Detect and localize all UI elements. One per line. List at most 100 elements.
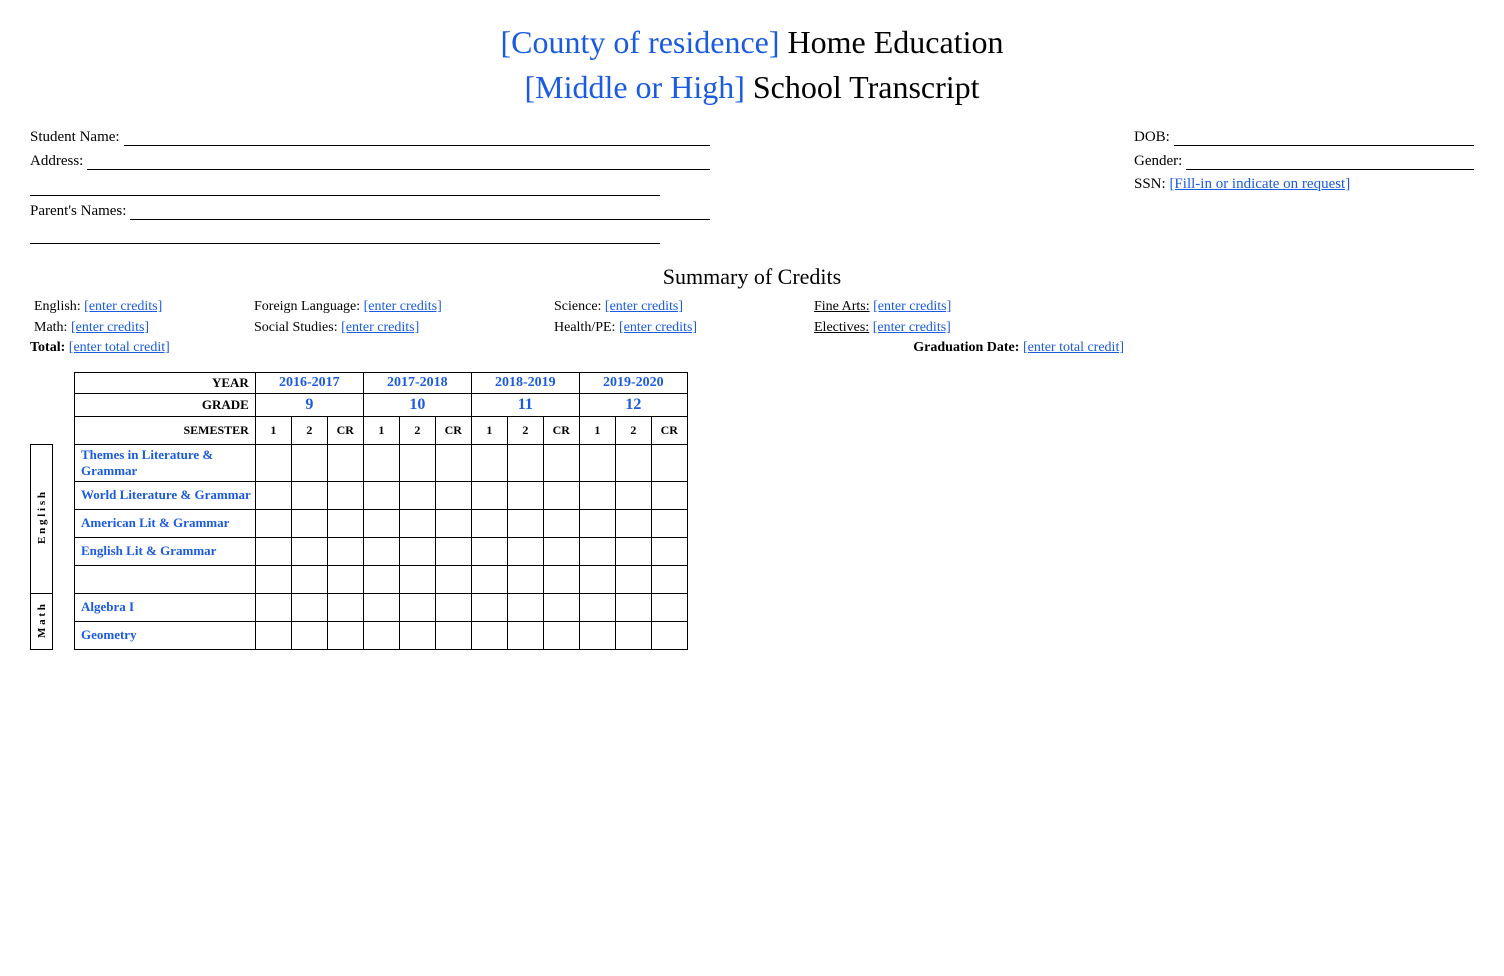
themes-s3-sem2[interactable] bbox=[507, 444, 543, 481]
themes-s4-sem2[interactable] bbox=[615, 444, 651, 481]
englit-s1-sem2[interactable] bbox=[291, 537, 327, 565]
americanlit-s3-sem1[interactable] bbox=[471, 509, 507, 537]
worldlit-s2-cr[interactable] bbox=[435, 481, 471, 509]
page-header: [County of residence] Home Education [Mi… bbox=[30, 20, 1474, 110]
englit-s4-cr[interactable] bbox=[651, 537, 687, 565]
algebra-s1-sem2[interactable] bbox=[291, 593, 327, 621]
algebra-s3-sem1[interactable] bbox=[471, 593, 507, 621]
foreign-language-value[interactable]: [enter credits] bbox=[364, 299, 442, 314]
algebra-s3-cr[interactable] bbox=[543, 593, 579, 621]
englit-s3-cr[interactable] bbox=[543, 537, 579, 565]
americanlit-s2-cr[interactable] bbox=[435, 509, 471, 537]
englit-s3-sem2[interactable] bbox=[507, 537, 543, 565]
fine-arts-label: Fine Arts: bbox=[814, 299, 873, 314]
ssn-link[interactable]: [Fill-in or indicate on request] bbox=[1169, 176, 1350, 192]
worldlit-s1-cr[interactable] bbox=[327, 481, 363, 509]
geometry-s3-sem1[interactable] bbox=[471, 621, 507, 649]
americanlit-s3-cr[interactable] bbox=[543, 509, 579, 537]
year-label: YEAR bbox=[75, 372, 256, 393]
americanlit-s2-sem1[interactable] bbox=[363, 509, 399, 537]
themes-s1-cr[interactable] bbox=[327, 444, 363, 481]
americanlit-s1-cr[interactable] bbox=[327, 509, 363, 537]
americanlit-s1-sem1[interactable] bbox=[255, 509, 291, 537]
ssn-label: SSN: bbox=[1134, 176, 1166, 192]
algebra-s1-cr[interactable] bbox=[327, 593, 363, 621]
gender-field: Gender: bbox=[1134, 152, 1474, 170]
geometry-s4-sem2[interactable] bbox=[615, 621, 651, 649]
americanlit-s4-sem1[interactable] bbox=[579, 509, 615, 537]
worldlit-s3-sem1[interactable] bbox=[471, 481, 507, 509]
health-pe-label: Health/PE: bbox=[554, 320, 619, 335]
fine-arts-value[interactable]: [enter credits] bbox=[873, 299, 951, 314]
themes-s2-cr[interactable] bbox=[435, 444, 471, 481]
themes-s1-sem2[interactable] bbox=[291, 444, 327, 481]
geometry-s4-cr[interactable] bbox=[651, 621, 687, 649]
worldlit-s4-sem2[interactable] bbox=[615, 481, 651, 509]
title-county: [County of residence] bbox=[501, 24, 780, 60]
math-label: Math: bbox=[34, 320, 71, 335]
geometry-s4-sem1[interactable] bbox=[579, 621, 615, 649]
themes-s3-sem1[interactable] bbox=[471, 444, 507, 481]
english-value[interactable]: [enter credits] bbox=[84, 299, 162, 314]
englit-s2-sem2[interactable] bbox=[399, 537, 435, 565]
student-info-section: Student Name: Address: Parent's Names: D… bbox=[30, 128, 1474, 250]
worldlit-s3-sem2[interactable] bbox=[507, 481, 543, 509]
total-field: Total: [enter total credit] bbox=[30, 340, 170, 356]
englit-s3-sem1[interactable] bbox=[471, 537, 507, 565]
algebra-s2-cr[interactable] bbox=[435, 593, 471, 621]
themes-s4-sem1[interactable] bbox=[579, 444, 615, 481]
transcript-table: YEAR 2016-2017 2017-2018 2018-2019 2019-… bbox=[30, 372, 688, 650]
worldlit-s3-cr[interactable] bbox=[543, 481, 579, 509]
worldlit-s1-sem1[interactable] bbox=[255, 481, 291, 509]
table-row: English Lit & Grammar bbox=[31, 537, 688, 565]
geometry-s3-sem2[interactable] bbox=[507, 621, 543, 649]
algebra-s2-sem2[interactable] bbox=[399, 593, 435, 621]
americanlit-s2-sem2[interactable] bbox=[399, 509, 435, 537]
themes-s2-sem2[interactable] bbox=[399, 444, 435, 481]
geometry-s3-cr[interactable] bbox=[543, 621, 579, 649]
themes-s1-sem1[interactable] bbox=[255, 444, 291, 481]
col-3-cr: CR bbox=[543, 416, 579, 444]
algebra-s4-cr[interactable] bbox=[651, 593, 687, 621]
electives-value[interactable]: [enter credits] bbox=[873, 320, 951, 335]
englit-s1-sem1[interactable] bbox=[255, 537, 291, 565]
worldlit-s2-sem1[interactable] bbox=[363, 481, 399, 509]
americanlit-s3-sem2[interactable] bbox=[507, 509, 543, 537]
worldlit-s4-cr[interactable] bbox=[651, 481, 687, 509]
title-he: Home Education bbox=[780, 24, 1004, 60]
math-value[interactable]: [enter credits] bbox=[71, 320, 149, 335]
algebra-s3-sem2[interactable] bbox=[507, 593, 543, 621]
americanlit-s4-sem2[interactable] bbox=[615, 509, 651, 537]
themes-s4-cr[interactable] bbox=[651, 444, 687, 481]
social-studies-value[interactable]: [enter credits] bbox=[341, 320, 419, 335]
total-value[interactable]: [enter total credit] bbox=[69, 340, 170, 355]
geometry-s1-cr[interactable] bbox=[327, 621, 363, 649]
themes-s3-cr[interactable] bbox=[543, 444, 579, 481]
geometry-s2-cr[interactable] bbox=[435, 621, 471, 649]
englit-s1-cr[interactable] bbox=[327, 537, 363, 565]
graduation-value[interactable]: [enter total credit] bbox=[1023, 340, 1124, 355]
englit-s2-sem1[interactable] bbox=[363, 537, 399, 565]
themes-s2-sem1[interactable] bbox=[363, 444, 399, 481]
algebra-s2-sem1[interactable] bbox=[363, 593, 399, 621]
englit-s2-cr[interactable] bbox=[435, 537, 471, 565]
englit-s4-sem1[interactable] bbox=[579, 537, 615, 565]
algebra-s1-sem1[interactable] bbox=[255, 593, 291, 621]
worldlit-s2-sem2[interactable] bbox=[399, 481, 435, 509]
geometry-s1-sem1[interactable] bbox=[255, 621, 291, 649]
year-2019-2020: 2019-2020 bbox=[579, 372, 687, 393]
geometry-s1-sem2[interactable] bbox=[291, 621, 327, 649]
math-section-label: M a t h bbox=[31, 593, 53, 649]
americanlit-s4-cr[interactable] bbox=[651, 509, 687, 537]
worldlit-s1-sem2[interactable] bbox=[291, 481, 327, 509]
algebra-s4-sem1[interactable] bbox=[579, 593, 615, 621]
geometry-s2-sem1[interactable] bbox=[363, 621, 399, 649]
englit-s4-sem2[interactable] bbox=[615, 537, 651, 565]
americanlit-s1-sem2[interactable] bbox=[291, 509, 327, 537]
health-pe-value[interactable]: [enter credits] bbox=[619, 320, 697, 335]
algebra-s4-sem2[interactable] bbox=[615, 593, 651, 621]
geometry-s2-sem2[interactable] bbox=[399, 621, 435, 649]
science-value[interactable]: [enter credits] bbox=[605, 299, 683, 314]
grade-10: 10 bbox=[363, 393, 471, 416]
worldlit-s4-sem1[interactable] bbox=[579, 481, 615, 509]
